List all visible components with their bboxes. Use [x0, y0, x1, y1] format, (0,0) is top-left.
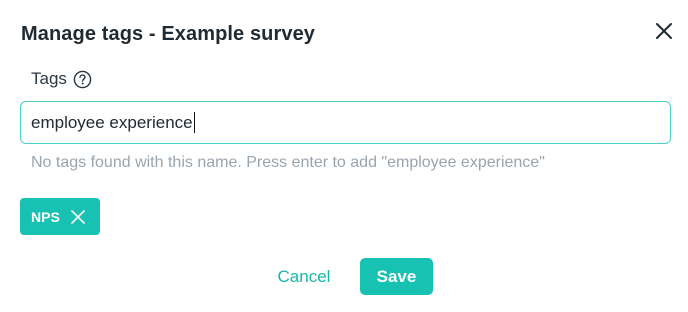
- text-caret: [193, 112, 196, 133]
- dialog-title: Manage tags - Example survey: [21, 23, 316, 45]
- manage-tags-dialog: Manage tags - Example survey Tags employ…: [0, 0, 688, 312]
- question-circle-icon[interactable]: [73, 70, 92, 89]
- cancel-button[interactable]: Cancel: [268, 258, 340, 295]
- no-tags-hint: No tags found with this name. Press ente…: [31, 154, 545, 171]
- tag-search-input[interactable]: employee experience: [31, 112, 196, 133]
- tags-label-row: Tags: [31, 68, 92, 90]
- save-button[interactable]: Save: [360, 258, 433, 295]
- tag-search-field[interactable]: employee experience: [20, 101, 671, 144]
- tag-search-value: employee experience: [31, 112, 193, 132]
- tag-chip-label: NPS: [31, 208, 60, 225]
- tags-label: Tags: [31, 69, 67, 88]
- x-icon[interactable]: [70, 209, 86, 225]
- close-icon[interactable]: [653, 20, 675, 42]
- tag-chip-nps: NPS: [20, 198, 100, 235]
